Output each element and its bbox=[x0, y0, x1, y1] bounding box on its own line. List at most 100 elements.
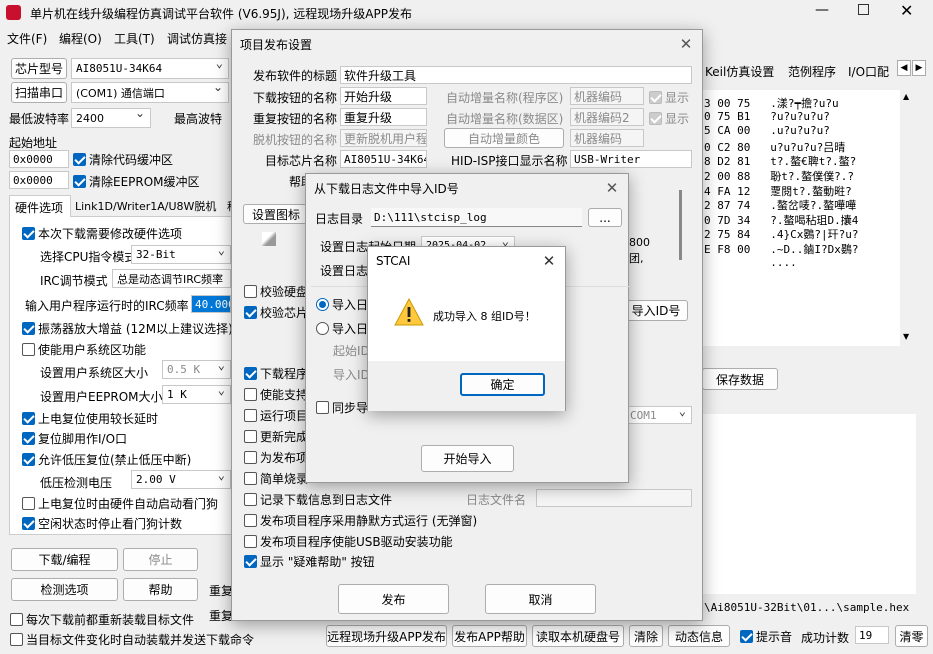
enable-support-checkbox[interactable]: 使能支持 bbox=[244, 386, 308, 403]
download-btn-name-input[interactable]: 开始升级 bbox=[340, 87, 427, 105]
chip-type-button[interactable]: 芯片型号 bbox=[11, 58, 67, 79]
hex-line: 4 FA 12 覂閱t?.螯動暀? bbox=[704, 184, 852, 198]
close-icon[interactable]: ✕ bbox=[900, 1, 913, 20]
scroll-down-icon[interactable]: ▼ bbox=[903, 332, 909, 341]
publish-port-select[interactable]: COM1 bbox=[625, 404, 692, 424]
usb-driver-checkbox[interactable]: 发布项目程序使能USB驱动安装功能 bbox=[244, 533, 453, 550]
eeprom-size-select[interactable]: 1 K bbox=[162, 383, 231, 404]
publish-remote-app-button[interactable]: 远程现场升级APP发布 bbox=[326, 625, 447, 647]
clear-eeprom-checkbox[interactable]: 清除EEPROM缓冲区 bbox=[73, 173, 200, 190]
download-program-checkbox[interactable]: 下载程序 bbox=[244, 365, 308, 382]
auto-color-input[interactable]: 机器编码 bbox=[570, 129, 644, 147]
import-by-date-radio[interactable]: 导入日 bbox=[316, 296, 368, 313]
save-data-button[interactable]: 保存数据 bbox=[702, 368, 778, 390]
clear-code-checkbox[interactable]: 清除代码缓冲区 bbox=[73, 151, 173, 168]
system-area-checkbox[interactable]: 使能用户系统区功能 bbox=[22, 341, 146, 358]
log-dir-input[interactable]: D:\111\stcisp_log bbox=[371, 208, 582, 227]
set-icon-button[interactable]: 设置图标 bbox=[243, 204, 309, 224]
sync-import-checkbox[interactable]: 同步导 bbox=[316, 399, 368, 416]
record-log-checkbox[interactable]: 记录下载信息到日志文件 bbox=[244, 491, 392, 508]
cpu-mode-select[interactable]: 32-Bit bbox=[131, 243, 231, 264]
beep-checkbox[interactable]: 提示音 bbox=[740, 628, 792, 645]
ok-button[interactable]: 确定 bbox=[460, 373, 545, 396]
irc-mode-select[interactable]: 总是动态调节IRC频率 bbox=[112, 267, 231, 288]
eeprom-address-input[interactable]: 0x0000 bbox=[9, 171, 69, 189]
maximize-icon[interactable] bbox=[858, 4, 869, 15]
idle-watchdog-checkbox[interactable]: 空闲状态时停止看门狗计数 bbox=[22, 515, 182, 532]
show-data-checkbox[interactable]: 显示 bbox=[649, 110, 689, 127]
redo-btn-name-input[interactable]: 重复升级 bbox=[340, 108, 427, 126]
code-address-input[interactable]: 0x0000 bbox=[9, 150, 69, 168]
tab-keil[interactable]: Keil仿真设置 bbox=[705, 63, 774, 80]
modify-options-checkbox[interactable]: 本次下载需要修改硬件选项 bbox=[22, 225, 182, 242]
dynamic-info-button[interactable]: 动态信息 bbox=[668, 625, 730, 647]
show-prog-checkbox[interactable]: 显示 bbox=[649, 89, 689, 106]
read-disk-id-button[interactable]: 读取本机硬盘号 bbox=[532, 625, 624, 647]
silent-run-checkbox[interactable]: 发布项目程序采用静默方式运行 (无弹窗) bbox=[244, 512, 477, 529]
reset-io-checkbox[interactable]: 复位脚用作I/O口 bbox=[22, 430, 127, 447]
poweron-delay-checkbox[interactable]: 上电复位使用较长延时 bbox=[22, 410, 158, 427]
port-select[interactable]: (COM1) 通信端口 bbox=[71, 80, 229, 103]
low-voltage-select[interactable]: 2.00 V bbox=[131, 468, 231, 489]
tab-scroll-left-icon[interactable]: ◀ bbox=[897, 60, 911, 76]
minimize-icon[interactable]: — bbox=[812, 2, 832, 18]
scroll-up-icon[interactable]: ▲ bbox=[903, 92, 909, 101]
update-done-checkbox[interactable]: 更新完成 bbox=[244, 428, 308, 445]
tab-scroll-right-icon[interactable]: ▶ bbox=[912, 60, 926, 76]
help-text-fragment-2: 团, bbox=[629, 252, 644, 265]
min-baud-select[interactable]: 2400 bbox=[71, 106, 151, 128]
import-by-id-radio[interactable]: 导入日 bbox=[316, 320, 368, 337]
import-id-button[interactable]: 导入ID号 bbox=[624, 300, 688, 321]
for-publish-checkbox[interactable]: 为发布项 bbox=[244, 449, 308, 466]
log-scrollbar[interactable] bbox=[916, 414, 932, 594]
menu-program[interactable]: 编程(O) bbox=[59, 30, 102, 47]
hid-name-input[interactable]: USB-Writer bbox=[570, 150, 692, 168]
show-help-button-checkbox[interactable]: 显示 "疑难帮助" 按钮 bbox=[244, 553, 375, 570]
run-project-checkbox[interactable]: 运行项目 bbox=[244, 407, 308, 424]
auto-data-input[interactable]: 机器编码2 bbox=[570, 108, 644, 126]
watchdog-checkbox[interactable]: 上电复位时由硬件自动启动看门狗 bbox=[22, 495, 218, 512]
close-icon[interactable]: ✕ bbox=[539, 251, 559, 271]
menu-debug[interactable]: 调试仿真接 bbox=[167, 30, 227, 47]
start-import-button[interactable]: 开始导入 bbox=[421, 445, 514, 472]
scan-port-button[interactable]: 扫描串口 bbox=[11, 82, 67, 103]
simple-burn-checkbox[interactable]: 简单烧录 bbox=[244, 470, 308, 487]
tab-io[interactable]: I/O口配 bbox=[848, 63, 889, 80]
help-text-scrollbar[interactable] bbox=[676, 184, 686, 274]
verify-disk-checkbox[interactable]: 校验硬盘 bbox=[244, 283, 308, 300]
reset-count-button[interactable]: 清零 bbox=[895, 625, 928, 647]
clear-button[interactable]: 清除 bbox=[629, 625, 663, 647]
auto-prog-input[interactable]: 机器编码 bbox=[570, 87, 644, 105]
hex-line: 2 75 84 .4}Cx鷃?|玕?u? bbox=[704, 228, 859, 242]
sysarea-size-select[interactable]: 0.5 K bbox=[162, 358, 231, 379]
browse-button[interactable]: ... bbox=[588, 208, 622, 227]
cancel-button[interactable]: 取消 bbox=[485, 584, 596, 614]
publish-button[interactable]: 发布 bbox=[338, 584, 449, 614]
tab-link1d[interactable]: Link1D/Writer1A/U8W脱机 bbox=[75, 198, 216, 214]
menu-tools[interactable]: 工具(T) bbox=[114, 30, 155, 47]
download-button[interactable]: 下载/编程 bbox=[11, 548, 118, 571]
osc-gain-checkbox[interactable]: 振荡器放大增益 (12M以上建议选择) bbox=[22, 320, 233, 337]
detect-options-button[interactable]: 检测选项 bbox=[11, 578, 118, 601]
irc-freq-input[interactable]: 40.000 bbox=[191, 295, 231, 313]
target-chip-input[interactable]: AI8051U-34K64 bbox=[340, 150, 427, 168]
auto-color-button[interactable]: 自动增量颜色 bbox=[444, 128, 564, 148]
help-button[interactable]: 帮助 bbox=[123, 578, 198, 601]
chip-type-select[interactable]: AI8051U-34K64 bbox=[71, 56, 229, 79]
tab-examples[interactable]: 范例程序 bbox=[788, 63, 836, 80]
log-file-name-input[interactable] bbox=[536, 489, 692, 507]
verify-chip-checkbox[interactable]: 校验芯片 bbox=[244, 304, 308, 321]
publish-app-help-button[interactable]: 发布APP帮助 bbox=[452, 625, 527, 647]
reload-each-checkbox[interactable]: 每次下载前都重新装载目标文件 bbox=[10, 611, 194, 628]
close-icon[interactable]: ✕ bbox=[676, 34, 696, 54]
offline-btn-name-input[interactable]: 更新脱机用户程 bbox=[340, 129, 427, 147]
low-voltage-reset-checkbox[interactable]: 允许低压复位(禁止低压中断) bbox=[22, 451, 191, 468]
close-icon[interactable]: ✕ bbox=[602, 178, 622, 198]
publish-title-input[interactable]: 软件升级工具 bbox=[340, 66, 692, 84]
auto-reload-checkbox[interactable]: 当目标文件变化时自动装载并发送下载命令 bbox=[10, 631, 254, 648]
tab-hardware[interactable]: 硬件选项 bbox=[9, 195, 71, 217]
stop-button[interactable]: 停止 bbox=[123, 548, 198, 571]
low-voltage-label: 低压检测电压 bbox=[40, 476, 113, 490]
hex-scrollbar[interactable]: ▲ ▼ bbox=[900, 90, 916, 346]
menu-file[interactable]: 文件(F) bbox=[7, 30, 47, 47]
